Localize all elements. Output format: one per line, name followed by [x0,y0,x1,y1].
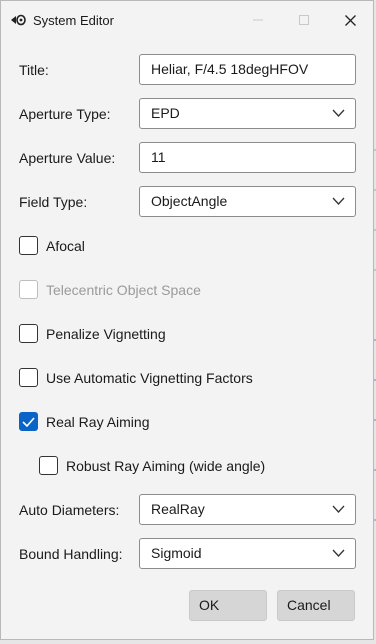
minimize-button[interactable] [235,1,281,39]
title-bar[interactable]: System Editor [1,1,373,39]
auto-vignetting-checkbox-row[interactable]: Use Automatic Vignetting Factors [19,368,253,387]
robust-ray-aiming-checkbox-row[interactable]: Robust Ray Aiming (wide angle) [39,456,265,475]
bound-handling-value: Sigmoid [151,545,202,561]
aperture-type-select[interactable]: EPD [139,98,356,129]
chevron-down-icon [332,549,345,557]
afocal-checkbox-row[interactable]: Afocal [19,236,85,255]
robust-ray-aiming-checkbox[interactable] [39,456,58,475]
aperture-value-label: Aperture Value: [19,150,116,166]
aperture-value-value: 11 [151,149,166,165]
close-button[interactable] [327,1,373,39]
afocal-label: Afocal [46,237,85,254]
title-label: Title: [19,62,49,78]
bound-handling-label: Bound Handling: [19,546,123,562]
title-input[interactable]: Heliar, F/4.5 18degHFOV [139,54,356,85]
title-input-value: Heliar, F/4.5 18degHFOV [151,61,309,77]
aperture-value-input[interactable]: 11 [139,142,356,173]
real-ray-aiming-label: Real Ray Aiming [46,413,150,430]
bound-handling-select[interactable]: Sigmoid [139,538,356,569]
field-type-label: Field Type: [19,194,88,210]
auto-diameters-label: Auto Diameters: [19,502,120,518]
robust-ray-aiming-label: Robust Ray Aiming (wide angle) [66,457,266,474]
window-title: System Editor [33,13,114,28]
real-ray-aiming-checkbox[interactable] [19,412,38,431]
cancel-button[interactable]: Cancel [277,590,355,621]
maximize-button[interactable] [281,1,327,39]
system-editor-window: System Editor Title: Heliar, F/4.5 18deg… [0,0,374,640]
checkmark-icon [22,416,35,427]
auto-vignetting-checkbox[interactable] [19,368,38,387]
telecentric-label: Telecentric Object Space [46,281,201,298]
auto-vignetting-label: Use Automatic Vignetting Factors [46,369,253,386]
penalize-vignetting-checkbox-row[interactable]: Penalize Vignetting [19,324,166,343]
aperture-type-value: EPD [151,105,180,121]
minimize-icon [253,19,263,21]
auto-diameters-value: RealRay [151,501,205,517]
afocal-checkbox[interactable] [19,236,38,255]
chevron-down-icon [332,197,345,205]
close-icon [344,14,356,26]
chevron-down-icon [332,109,345,117]
penalize-vignetting-checkbox[interactable] [19,324,38,343]
field-type-select[interactable]: ObjectAngle [139,186,356,217]
telecentric-checkbox [19,280,38,299]
maximize-icon [299,15,309,25]
field-type-value: ObjectAngle [151,193,228,209]
ok-button[interactable]: OK [189,590,267,621]
app-icon [11,14,26,26]
auto-diameters-select[interactable]: RealRay [139,494,356,525]
chevron-down-icon [332,505,345,513]
penalize-vignetting-label: Penalize Vignetting [46,325,166,342]
real-ray-aiming-checkbox-row[interactable]: Real Ray Aiming [19,412,150,431]
aperture-type-label: Aperture Type: [19,106,111,122]
telecentric-checkbox-row: Telecentric Object Space [19,280,201,299]
